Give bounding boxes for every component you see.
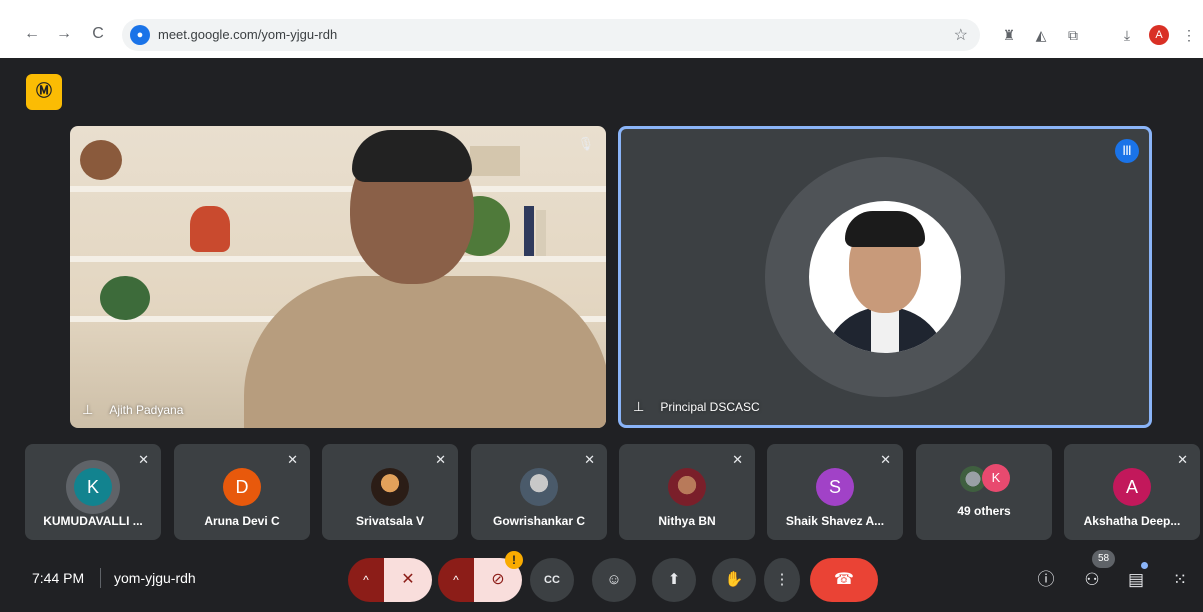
participant-body bbox=[244, 276, 606, 428]
participant-name: Shaik Shavez A... bbox=[785, 514, 885, 528]
mic-options-chevron-icon[interactable]: ^ bbox=[348, 558, 384, 602]
captions-button[interactable]: CC bbox=[530, 558, 574, 602]
mic-off-icon: ✕ bbox=[435, 452, 446, 467]
decor-box bbox=[470, 146, 520, 176]
meet-stage: Ⓜ 🎙 ⊥ Ajith Padyana ||| ⊥ Principal DSCA… bbox=[0, 58, 1203, 612]
warning-icon[interactable]: ! bbox=[505, 551, 523, 569]
emoji-button[interactable]: ☺ bbox=[592, 558, 636, 602]
avatar bbox=[809, 201, 961, 353]
avatar bbox=[520, 468, 558, 506]
bookshelf bbox=[70, 256, 606, 262]
back-icon[interactable]: ← bbox=[20, 22, 44, 46]
avatar: K bbox=[74, 468, 112, 506]
mic-off-icon: ✕ bbox=[138, 452, 149, 467]
present-screen-button[interactable]: ⬆ bbox=[652, 558, 696, 602]
extensions-puzzle-icon[interactable]: ⧉ bbox=[1062, 24, 1084, 46]
bookshelf bbox=[70, 186, 606, 192]
participant-name: Aruna Devi C bbox=[204, 514, 280, 528]
participant-tile[interactable]: ✕ K KUMUDAVALLI ... bbox=[25, 444, 161, 540]
participant-name: Akshatha Deep... bbox=[1083, 514, 1181, 528]
decor-pot bbox=[80, 140, 122, 180]
chat-notification-dot bbox=[1141, 562, 1148, 569]
meeting-time: 7:44 PM bbox=[32, 570, 85, 586]
avatar bbox=[668, 468, 706, 506]
speaking-indicator-icon: ||| bbox=[1115, 139, 1139, 163]
participant-tile[interactable]: ✕ S Shaik Shavez A... bbox=[767, 444, 903, 540]
book bbox=[536, 210, 546, 256]
browser-menu-icon[interactable]: ⋮ bbox=[1178, 24, 1200, 46]
pin-icon[interactable]: ⊥ bbox=[82, 402, 93, 418]
participant-tile[interactable]: ✕ D Aruna Devi C bbox=[174, 444, 310, 540]
participant-name: Ajith Padyana bbox=[109, 403, 184, 417]
address-bar[interactable]: ● meet.google.com/yom-yjgu-rdh ☆ bbox=[122, 19, 980, 51]
decor-lamp bbox=[190, 206, 230, 252]
video-tile-main[interactable]: 🎙 ⊥ Ajith Padyana bbox=[70, 126, 606, 428]
participant-tile[interactable]: ✕ Nithya BN bbox=[619, 444, 755, 540]
mic-off-button[interactable]: ✕ bbox=[384, 558, 432, 602]
mic-off-icon: ✕ bbox=[584, 452, 595, 467]
participant-tile[interactable]: ✕ Srivatsala V bbox=[322, 444, 458, 540]
meeting-door-icon[interactable]: Ⓜ bbox=[26, 74, 62, 110]
meeting-info-icon[interactable]: ⓘ bbox=[1030, 564, 1062, 596]
download-icon[interactable]: ⤓ bbox=[1116, 24, 1138, 46]
site-info-icon[interactable]: ● bbox=[130, 25, 150, 45]
video-tile-speaker[interactable]: ||| ⊥ Principal DSCASC bbox=[618, 126, 1152, 428]
others-tile[interactable]: K 49 others bbox=[916, 444, 1052, 540]
avatar-hair bbox=[845, 211, 925, 247]
camera-options-chevron-icon[interactable]: ^ bbox=[438, 558, 474, 602]
avatar: D bbox=[223, 468, 261, 506]
participant-name-tag: ⊥ Principal DSCASC bbox=[633, 399, 760, 415]
mic-off-icon: ✕ bbox=[1177, 452, 1188, 467]
mic-off-icon: ✕ bbox=[732, 452, 743, 467]
mic-control: ^ ✕ bbox=[348, 558, 432, 602]
participant-name: Principal DSCASC bbox=[660, 400, 760, 414]
book bbox=[524, 206, 534, 256]
bookmark-star-icon[interactable]: ☆ bbox=[954, 25, 968, 45]
extension-icon[interactable]: ◭ bbox=[1030, 24, 1052, 46]
url-text: meet.google.com/yom-yjgu-rdh bbox=[158, 27, 338, 42]
meeting-controls: 7:44 PM yom-yjgu-rdh ^ ✕ ^ ⊘ ! CC ☺ ⬆ ✋ … bbox=[0, 550, 1203, 612]
mic-off-icon: ✕ bbox=[287, 452, 298, 467]
raise-hand-button[interactable]: ✋ bbox=[712, 558, 756, 602]
leave-call-button[interactable]: ☎ bbox=[810, 558, 878, 602]
decor-plant bbox=[100, 276, 150, 320]
participant-tile[interactable]: ✕ Gowrishankar C bbox=[471, 444, 607, 540]
participant-name: Nithya BN bbox=[658, 514, 716, 528]
participant-hair bbox=[352, 130, 472, 182]
participant-name: Gowrishankar C bbox=[492, 514, 586, 528]
people-icon[interactable]: ⚇ bbox=[1076, 564, 1108, 596]
others-avatar-stack: K bbox=[960, 464, 1020, 494]
avatar: K bbox=[982, 464, 1010, 492]
pin-icon[interactable]: ⊥ bbox=[633, 399, 644, 415]
activities-icon[interactable]: ⁙ bbox=[1164, 564, 1196, 596]
avatar-shirt bbox=[871, 307, 899, 353]
extension-icon[interactable]: ♜ bbox=[998, 24, 1020, 46]
participant-name-tag: ⊥ Ajith Padyana bbox=[82, 402, 183, 418]
avatar: S bbox=[816, 468, 854, 506]
mic-off-icon: 🎙 bbox=[577, 136, 594, 151]
avatar: A bbox=[1113, 468, 1151, 506]
forward-icon[interactable]: → bbox=[52, 22, 76, 46]
others-count: 49 others bbox=[957, 504, 1011, 518]
chat-icon[interactable]: ▤ bbox=[1120, 564, 1152, 596]
more-options-button[interactable]: ⋮ bbox=[764, 558, 800, 602]
meeting-code: yom-yjgu-rdh bbox=[114, 570, 196, 586]
reload-icon[interactable]: C bbox=[86, 22, 110, 46]
divider bbox=[100, 568, 101, 588]
browser-toolbar: ← → C ● meet.google.com/yom-yjgu-rdh ☆ ♜… bbox=[0, 0, 1203, 58]
mic-off-icon: ✕ bbox=[880, 452, 891, 467]
profile-avatar[interactable]: A bbox=[1149, 25, 1169, 45]
participant-name: Srivatsala V bbox=[355, 514, 425, 528]
avatar bbox=[371, 468, 409, 506]
participant-name: KUMUDAVALLI ... bbox=[43, 514, 143, 528]
participant-tile[interactable]: ✕ A Akshatha Deep... bbox=[1064, 444, 1200, 540]
